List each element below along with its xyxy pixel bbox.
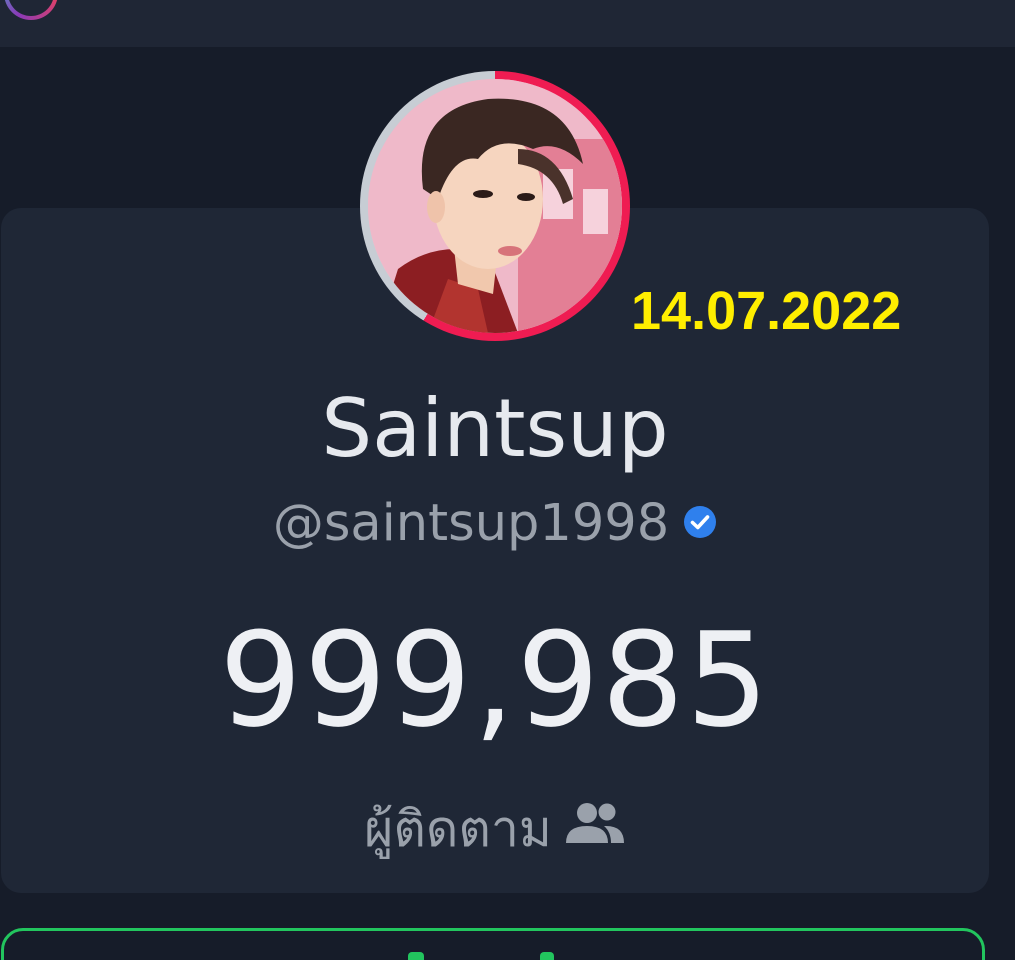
action-button-glyph — [408, 952, 424, 960]
avatar[interactable] — [368, 79, 622, 333]
users-icon — [564, 799, 626, 859]
follower-label-row: ผู้ติดตาม — [0, 790, 990, 869]
handle-row: @saintsup1998 — [0, 494, 990, 556]
top-bar — [0, 0, 1015, 47]
follower-count: 999,985 — [219, 604, 771, 756]
app-logo-icon[interactable] — [4, 0, 58, 20]
avatar-ring — [360, 71, 630, 341]
action-button-glyph — [540, 952, 554, 960]
display-name: Saintsup — [321, 382, 669, 475]
avatar-photo — [368, 79, 622, 333]
date-stamp: 14.07.2022 — [631, 281, 902, 341]
handle-text: @saintsup1998 — [272, 494, 670, 553]
verified-check-icon — [683, 493, 717, 552]
follower-label: ผู้ติดตาม — [364, 800, 552, 858]
page: 14.07.2022 Saintsup @saintsup1998 999,98… — [0, 0, 1015, 960]
action-button[interactable] — [1, 928, 985, 960]
